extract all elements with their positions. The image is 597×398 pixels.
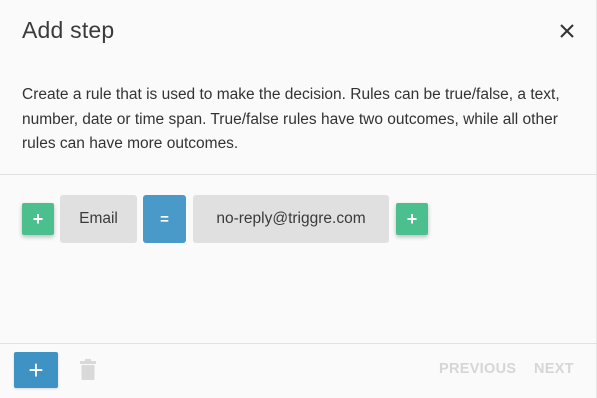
dialog-title: Add step <box>22 17 115 43</box>
rule-field-chip[interactable]: Email <box>60 195 137 243</box>
add-condition-before-button[interactable]: + <box>22 203 54 235</box>
delete-button[interactable] <box>78 359 98 381</box>
close-icon <box>560 24 574 38</box>
previous-button[interactable]: PREVIOUS <box>439 361 516 377</box>
divider <box>0 174 597 175</box>
close-button[interactable] <box>556 20 578 42</box>
footer-divider <box>0 343 597 344</box>
trash-icon <box>80 359 96 380</box>
add-step-dialog: Add step Create a rule that is used to m… <box>0 0 597 398</box>
dialog-header: Add step <box>0 0 597 64</box>
next-button[interactable]: NEXT <box>534 361 574 377</box>
add-rule-button[interactable]: + <box>14 352 58 388</box>
rule-operator-button[interactable]: = <box>143 195 186 243</box>
dialog-description: Create a rule that is used to make the d… <box>22 86 560 152</box>
add-condition-after-button[interactable]: + <box>396 203 428 235</box>
rule-value-chip[interactable]: no-reply@triggre.com <box>193 195 389 243</box>
